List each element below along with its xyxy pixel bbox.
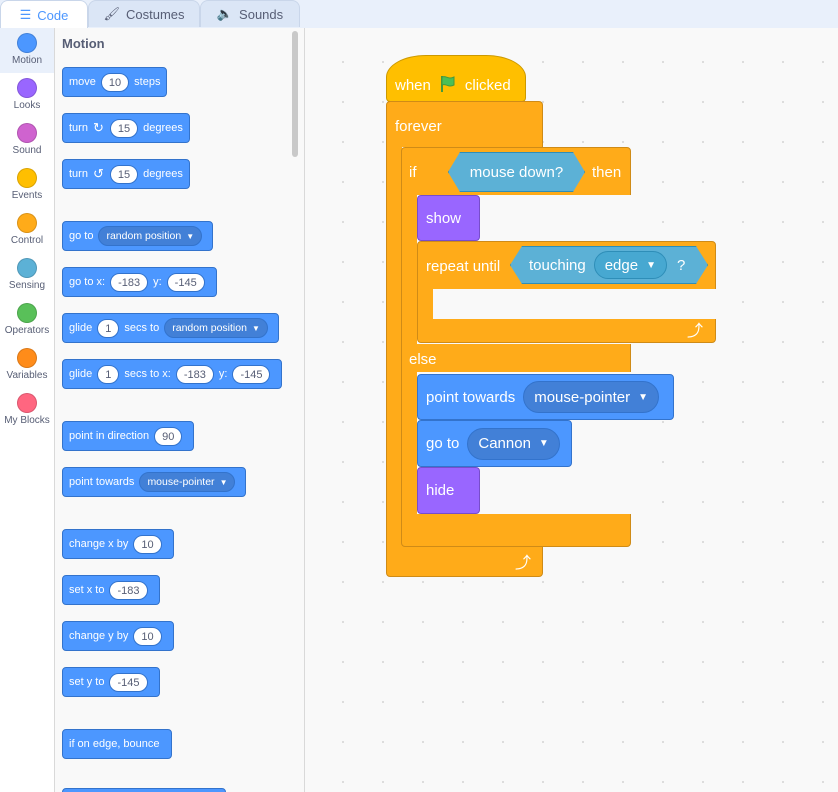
y-input[interactable]: -145 [109, 672, 148, 692]
touching-condition[interactable]: touching edge ▼ ? [510, 246, 708, 284]
steps-input[interactable]: 10 [100, 72, 130, 92]
x-input[interactable]: -183 [110, 272, 149, 292]
loop-arrow-icon: ⤴ [687, 323, 704, 340]
secs-input[interactable]: 1 [97, 364, 120, 384]
tab-costumes[interactable]: 🖌 Costumes [88, 0, 200, 27]
point-towards-block[interactable]: point towards mouse-pointer ▼ [62, 467, 247, 497]
caret-down-icon: ▼ [646, 259, 656, 271]
go-to-block[interactable]: go to random position ▼ [62, 221, 214, 251]
turn-right-block[interactable]: turn ↻ 15 degrees [62, 113, 190, 143]
hide-block[interactable]: hide [417, 467, 480, 514]
sound-icon [17, 123, 37, 143]
category-my-blocks[interactable]: My Blocks [0, 388, 54, 433]
dx-input[interactable]: 10 [133, 534, 162, 554]
degrees-input[interactable]: 15 [109, 164, 139, 184]
go-to-xy-block[interactable]: go to x: -183 y: -145 [62, 267, 217, 297]
category-variables[interactable]: Variables [0, 343, 54, 388]
turn-left-block[interactable]: turn ↺ 15 degrees [62, 159, 190, 189]
go-to-target-dropdown[interactable]: Cannon ▼ [467, 427, 560, 460]
my-blocks-icon [17, 393, 37, 413]
caret-down-icon: ▼ [186, 231, 195, 241]
operators-icon [17, 303, 37, 323]
change-x-block[interactable]: change x by 10 [62, 529, 174, 559]
then-label: then [592, 163, 622, 181]
glide-target-dropdown[interactable]: random position ▼ [164, 318, 268, 338]
editor-tab-bar: ☰ Code 🖌 Costumes 🔈 Sounds [0, 0, 838, 29]
show-block[interactable]: show [417, 195, 480, 241]
y-input[interactable]: -145 [232, 364, 271, 384]
rotate-clockwise-icon: ↻ [92, 120, 104, 135]
category-motion[interactable]: Motion [0, 28, 54, 73]
y-input[interactable]: -145 [166, 272, 205, 292]
block-palette: Motion move 10 steps turn ↻ 15 degrees t… [55, 28, 305, 792]
palette-section-title: Motion [62, 36, 105, 51]
change-y-block[interactable]: change y by 10 [62, 621, 174, 651]
mouse-down-condition[interactable]: mouse down? [448, 152, 585, 192]
go-to-script-block[interactable]: go to Cannon ▼ [417, 420, 572, 467]
bounce-block[interactable]: if on edge, bounce [62, 729, 172, 759]
caret-down-icon: ▼ [219, 477, 228, 487]
motion-icon [17, 33, 37, 53]
repeat-slot [433, 289, 716, 319]
category-menu: Motion Looks Sound Events Control Sensin… [0, 28, 55, 792]
dy-input[interactable]: 10 [133, 626, 162, 646]
set-x-block[interactable]: set x to -183 [62, 575, 160, 605]
category-sensing[interactable]: Sensing [0, 253, 54, 298]
set-y-block[interactable]: set y to -145 [62, 667, 160, 697]
caret-down-icon: ▼ [638, 391, 649, 403]
green-flag-icon [439, 75, 457, 97]
point-towards-dropdown[interactable]: mouse-pointer ▼ [139, 472, 236, 492]
glide-xy-block[interactable]: glide 1 secs to x: -183 y: -145 [62, 359, 283, 389]
script-area[interactable]: when clicked forever ⤴ if mouse down? th… [305, 28, 838, 792]
control-icon [17, 213, 37, 233]
else-label: else [409, 350, 437, 368]
x-input[interactable]: -183 [109, 580, 148, 600]
loop-arrow-icon: ⤴ [515, 555, 532, 572]
category-control[interactable]: Control [0, 208, 54, 253]
x-input[interactable]: -183 [175, 364, 214, 384]
sensing-icon [17, 258, 37, 278]
glide-to-block[interactable]: glide 1 secs to random position ▼ [62, 313, 279, 343]
move-steps-block[interactable]: move 10 steps [62, 67, 168, 97]
category-operators[interactable]: Operators [0, 298, 54, 343]
palette-scrollbar[interactable] [292, 31, 298, 157]
degrees-input[interactable]: 15 [109, 118, 139, 138]
code-icon: ☰ [19, 7, 32, 22]
caret-down-icon: ▼ [538, 438, 549, 449]
category-sound[interactable]: Sound [0, 118, 54, 163]
events-icon [17, 168, 37, 188]
brush-icon: 🖌 [103, 6, 120, 21]
variables-icon [17, 348, 37, 368]
point-towards-script-block[interactable]: point towards mouse-pointer ▼ [417, 374, 674, 420]
looks-icon [17, 78, 37, 98]
secs-input[interactable]: 1 [97, 318, 120, 338]
caret-down-icon: ▼ [251, 323, 260, 333]
direction-input[interactable]: 90 [154, 426, 183, 446]
rotate-counterclockwise-icon: ↺ [92, 166, 104, 181]
if-label: if [409, 163, 417, 181]
when-flag-clicked-block[interactable]: when clicked [386, 55, 526, 102]
category-events[interactable]: Events [0, 163, 54, 208]
speaker-icon: 🔈 [216, 6, 234, 21]
point-in-direction-block[interactable]: point in direction 90 [62, 421, 195, 451]
partial-block[interactable] [62, 788, 226, 792]
tab-code[interactable]: ☰ Code [0, 0, 88, 29]
touching-dropdown[interactable]: edge ▼ [594, 251, 667, 279]
tab-sounds[interactable]: 🔈 Sounds [200, 0, 300, 27]
go-to-dropdown[interactable]: random position ▼ [98, 226, 203, 246]
category-looks[interactable]: Looks [0, 73, 54, 118]
point-towards-target-dropdown[interactable]: mouse-pointer ▼ [523, 381, 660, 413]
